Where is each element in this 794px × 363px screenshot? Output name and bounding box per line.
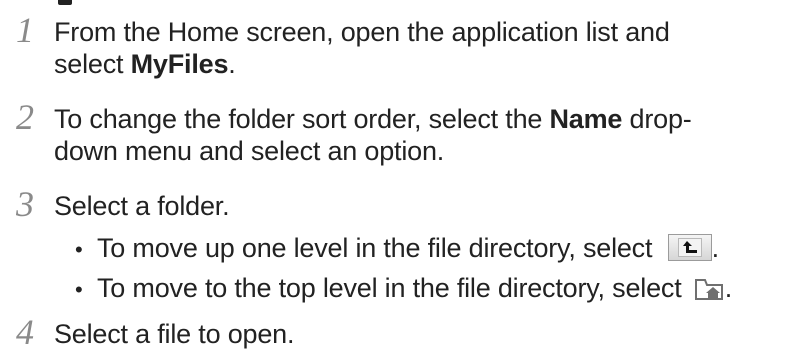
step-number: 1 [16,10,34,50]
bullet-text: . [724,273,733,303]
step-text-line: select MyFiles. [54,48,236,80]
bullet-item: • To move up one level in the file direct… [75,232,719,266]
step-text: down menu and select an option. [54,136,445,166]
bullet-item: • To move to the top level in the file di… [75,272,732,306]
step-text-line: Select a file to open. [54,318,294,350]
bullet-text: . [711,233,720,263]
step-text: . [228,49,236,79]
bullet-marker: • [75,277,83,302]
app-name-myfiles: MyFiles [130,49,229,79]
cropped-glyph [58,0,72,5]
step-number: 4 [16,312,34,352]
bullet-marker: • [75,237,83,262]
step-text-line: To change the folder sort order, select … [54,103,692,135]
up-arrow-icon [682,241,697,254]
step-text-line: down menu and select an option. [54,135,444,167]
step-text-line: Select a folder. [54,190,230,222]
step-number: 2 [16,97,34,137]
step-text: Select a folder. [54,191,230,221]
folder-up-icon [667,234,712,262]
step-text: select [54,49,131,79]
step-text: drop- [622,104,692,134]
folder-up-icon-face [677,238,702,258]
menu-name: Name [549,104,623,134]
bullet-text: To move to the top level in the file dir… [97,273,689,303]
folder-home-icon [694,276,725,300]
bullet-text: To move up one level in the file directo… [97,233,660,263]
step-text-line: From the Home screen, open the applicati… [54,16,670,48]
step-text: To change the folder sort order, select … [54,104,550,134]
home-folder-glyph [694,278,723,300]
step-number: 3 [16,184,34,224]
manual-page: 1 From the Home screen, open the applica… [0,0,794,363]
step-text: From the Home screen, open the applicati… [54,17,670,47]
step-text: Select a file to open. [54,319,295,349]
